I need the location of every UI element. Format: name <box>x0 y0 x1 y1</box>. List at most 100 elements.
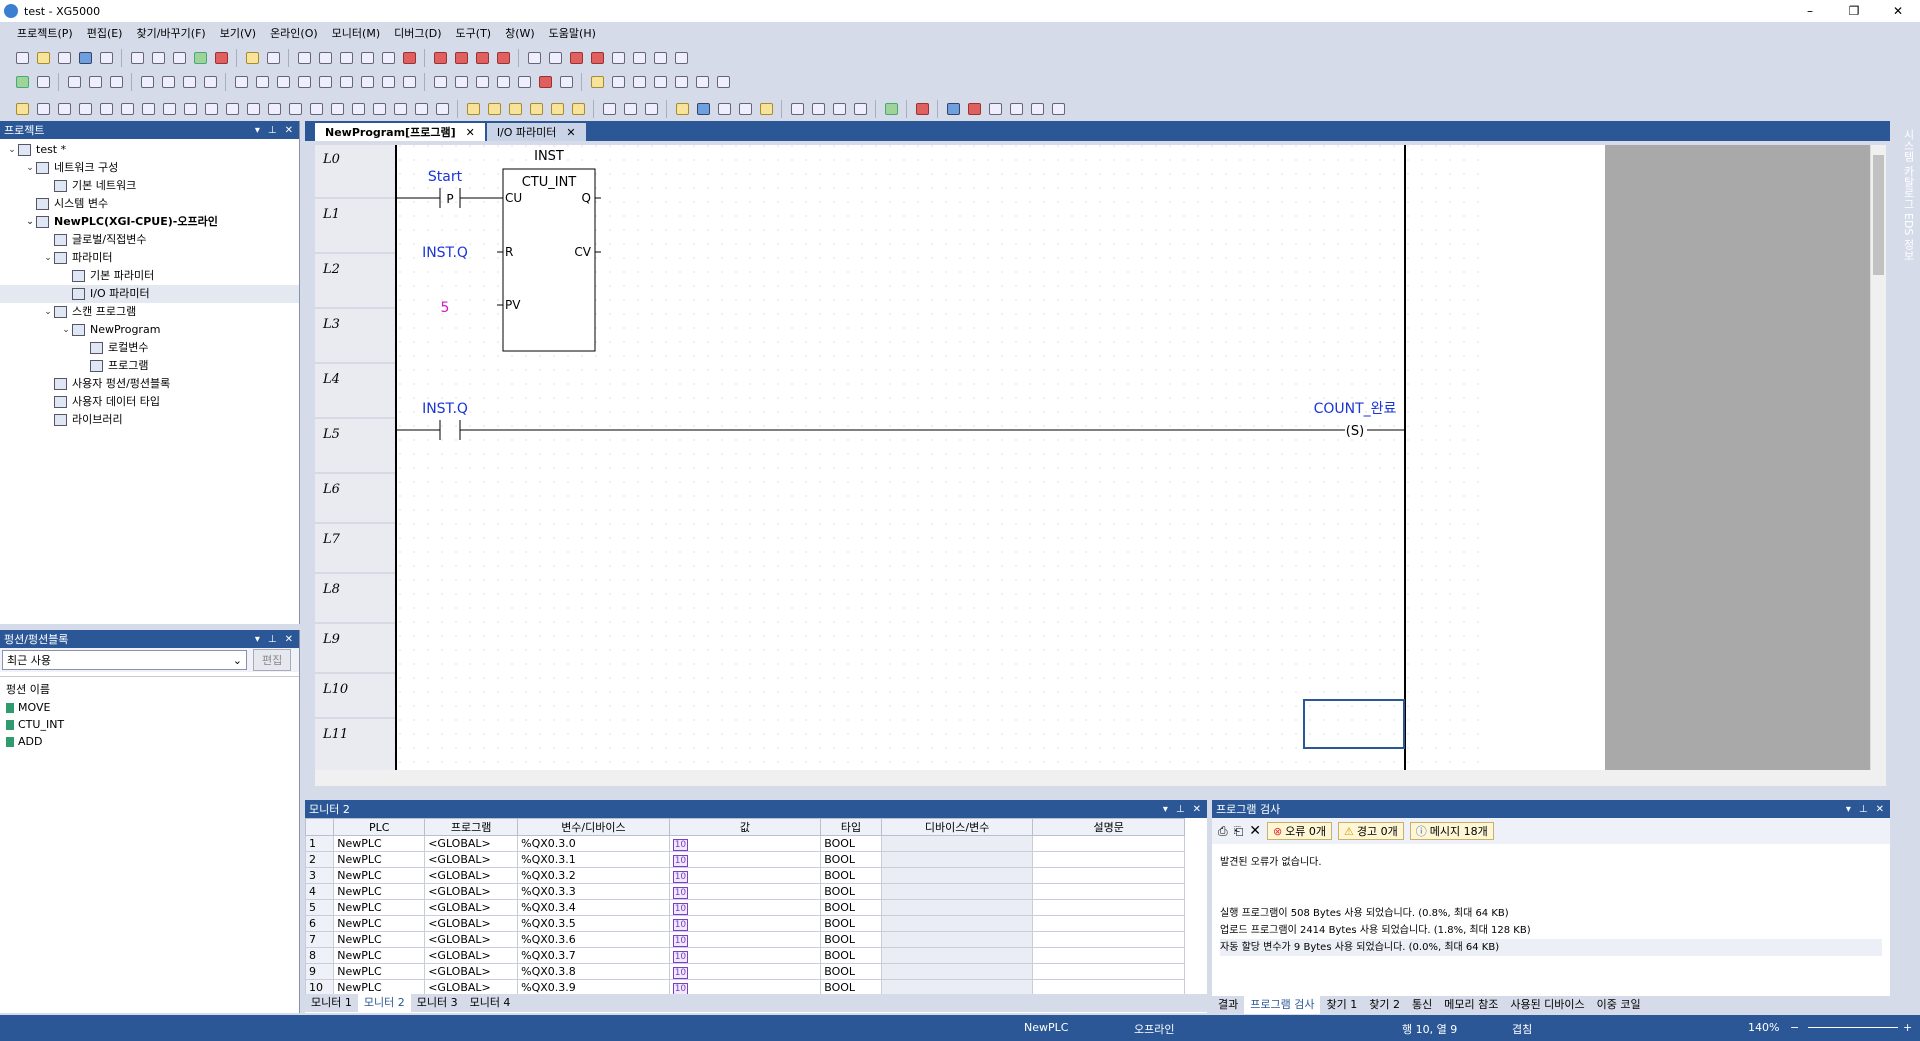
tree-item[interactable]: ⌄ test * <box>0 141 299 159</box>
message-filter-button[interactable]: ⓘ 메시지 18개 <box>1409 822 1494 840</box>
reset-icon[interactable] <box>200 73 220 91</box>
coil-label[interactable]: COUNT_완료 <box>1314 401 1397 417</box>
table-cell[interactable]: BOOL <box>820 931 882 948</box>
table-cell[interactable]: %QX0.3.7 <box>517 947 670 964</box>
function-list-item[interactable]: ADD <box>6 733 293 750</box>
table-cell[interactable]: 7 <box>305 931 335 948</box>
table-cell[interactable] <box>880 947 1034 964</box>
comment-icon[interactable] <box>242 49 262 67</box>
c6-icon[interactable] <box>432 100 452 118</box>
sim-stop-icon[interactable] <box>964 100 984 118</box>
toggle-a-icon[interactable] <box>672 100 692 118</box>
back-arrow-icon[interactable] <box>650 49 670 67</box>
io-info-icon[interactable] <box>336 73 356 91</box>
zoom-slider[interactable] <box>1808 1027 1898 1028</box>
table-cell[interactable] <box>1032 963 1185 980</box>
comment-list-icon[interactable] <box>263 49 283 67</box>
value-cell[interactable]: 10 <box>668 835 822 852</box>
result-tab[interactable]: 결과 <box>1212 996 1244 1014</box>
view-desc-icon[interactable] <box>526 100 546 118</box>
tree-item[interactable]: 글로벌/직접변수 <box>0 231 299 249</box>
table-cell[interactable]: BOOL <box>820 963 882 980</box>
category-combo[interactable]: 최근 사용 ⌄ <box>2 650 247 670</box>
contact-nc-icon[interactable] <box>629 73 649 91</box>
tree-item[interactable]: ⌄ NewProgram <box>0 321 299 339</box>
sf9-icon[interactable] <box>180 100 200 118</box>
table-cell[interactable]: <GLOBAL> <box>424 867 519 884</box>
panel-close-icon[interactable]: ✕ <box>1193 804 1201 815</box>
expand-icon[interactable]: ⌄ <box>60 321 72 339</box>
tree-item[interactable]: I/O 파라미터 <box>0 285 299 303</box>
table-row[interactable]: 2 NewPLC <GLOBAL> %QX0.3.1 10 BOOL <box>305 851 1185 868</box>
tree-item[interactable]: ⌄ 파라미터 <box>0 249 299 267</box>
find-next-icon[interactable] <box>545 49 565 67</box>
edit-button[interactable]: 편집 <box>253 649 292 671</box>
expand-icon[interactable]: ⌄ <box>24 213 36 231</box>
expand-icon[interactable]: ⌄ <box>24 159 36 177</box>
table-cell[interactable] <box>1032 851 1185 868</box>
value-cell[interactable]: 10 <box>668 979 822 994</box>
find-icon[interactable] <box>524 49 544 67</box>
open-plc-icon[interactable] <box>54 49 74 67</box>
menu-find-replace[interactable]: 찾기/바꾸기(F) <box>129 25 212 41</box>
result-tab[interactable]: 메모리 참조 <box>1438 996 1504 1014</box>
breakpoint-icon[interactable] <box>430 73 450 91</box>
line-number[interactable]: L9 <box>322 632 340 647</box>
f4-icon[interactable] <box>54 100 74 118</box>
function-list-item[interactable]: CTU_INT <box>6 716 293 733</box>
table-cell[interactable]: <GLOBAL> <box>424 835 519 852</box>
tab-monitor-3[interactable]: 모니터 3 <box>411 994 464 1012</box>
table-cell[interactable] <box>880 899 1034 916</box>
table-cell[interactable] <box>1032 979 1185 994</box>
line-number[interactable]: L7 <box>322 532 341 547</box>
c4-icon[interactable] <box>390 100 410 118</box>
value-cell[interactable]: 10 <box>668 931 822 948</box>
fault-mask-icon[interactable] <box>399 73 419 91</box>
tree-item[interactable]: 라이브러리 <box>0 411 299 429</box>
table-cell[interactable]: <GLOBAL> <box>424 883 519 900</box>
cut-icon[interactable] <box>357 49 377 67</box>
table-cell[interactable]: NewPLC <box>333 947 426 964</box>
panel-menu-icon[interactable]: ▾ <box>255 634 260 645</box>
pv-input-label[interactable]: 5 <box>441 300 450 316</box>
table-cell[interactable] <box>1032 899 1185 916</box>
find-device-icon[interactable] <box>608 49 628 67</box>
f10-icon[interactable] <box>327 100 347 118</box>
close-button[interactable]: ✕ <box>1876 0 1920 22</box>
panel-close-icon[interactable]: ✕ <box>1876 804 1884 815</box>
line-number[interactable]: L10 <box>322 682 348 697</box>
sf6-icon[interactable] <box>306 100 326 118</box>
table-cell[interactable]: 4 <box>305 883 335 900</box>
step-out-icon[interactable] <box>493 73 513 91</box>
expand-icon[interactable]: ⌄ <box>42 249 54 267</box>
tree-item[interactable]: 사용자 데이터 타입 <box>0 393 299 411</box>
delete-col-icon[interactable] <box>493 49 513 67</box>
run-icon[interactable] <box>64 73 84 91</box>
delete-line-icon[interactable] <box>451 49 471 67</box>
horizontal-scrollbar[interactable] <box>315 770 1886 786</box>
result-tab[interactable]: 이중 코일 <box>1591 996 1647 1014</box>
fb-instance-name[interactable]: INST <box>534 149 564 164</box>
sim-d-icon[interactable] <box>1048 100 1068 118</box>
toggle-b-icon[interactable] <box>693 100 713 118</box>
sf1-icon[interactable] <box>75 100 95 118</box>
table-cell[interactable]: BOOL <box>820 883 882 900</box>
expand-icon[interactable]: ⌄ <box>6 141 18 159</box>
result-tab[interactable]: 찾기 2 <box>1363 996 1406 1014</box>
table-row[interactable]: 8 NewPLC <GLOBAL> %QX0.3.7 10 BOOL <box>305 947 1185 964</box>
table-cell[interactable]: <GLOBAL> <box>424 963 519 980</box>
menu-window[interactable]: 창(W) <box>498 25 542 41</box>
print-preview-icon[interactable]: ⎗ <box>1234 824 1244 839</box>
f11-icon[interactable] <box>222 100 242 118</box>
vline-icon[interactable] <box>671 73 691 91</box>
value-cell[interactable]: 10 <box>668 963 822 980</box>
table-cell[interactable] <box>880 963 1034 980</box>
table-cell[interactable]: %QX0.3.0 <box>517 835 670 852</box>
line-number[interactable]: L8 <box>322 582 340 597</box>
line-number[interactable]: L0 <box>322 152 340 167</box>
table-cell[interactable]: <GLOBAL> <box>424 899 519 916</box>
table-cell[interactable] <box>880 883 1034 900</box>
print-icon[interactable]: ⎙ <box>1218 824 1228 839</box>
table-cell[interactable]: BOOL <box>820 979 882 994</box>
read-icon[interactable] <box>137 73 157 91</box>
